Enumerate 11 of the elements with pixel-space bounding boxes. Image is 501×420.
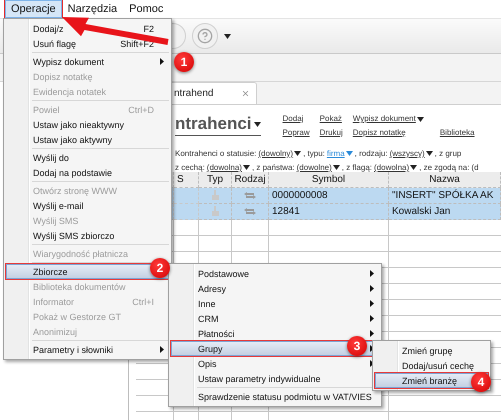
filter-label: , ze zgodą na: bbox=[419, 163, 470, 172]
filter-label: , z grup bbox=[434, 149, 462, 158]
filter-label: , z państwa: bbox=[252, 163, 295, 172]
filter-label: , z flagą: bbox=[342, 163, 372, 172]
filter-label: (d bbox=[471, 163, 479, 172]
table-cell: 12841 bbox=[269, 204, 389, 220]
table-cell: Kowalski Jan bbox=[389, 204, 501, 220]
filter-label: , rodzaju: bbox=[354, 149, 388, 158]
filter-label: Kontrahenci o statusie: bbox=[175, 149, 256, 158]
filter-label: z cechą: bbox=[175, 163, 205, 172]
filter-label: , typu: bbox=[303, 149, 325, 158]
